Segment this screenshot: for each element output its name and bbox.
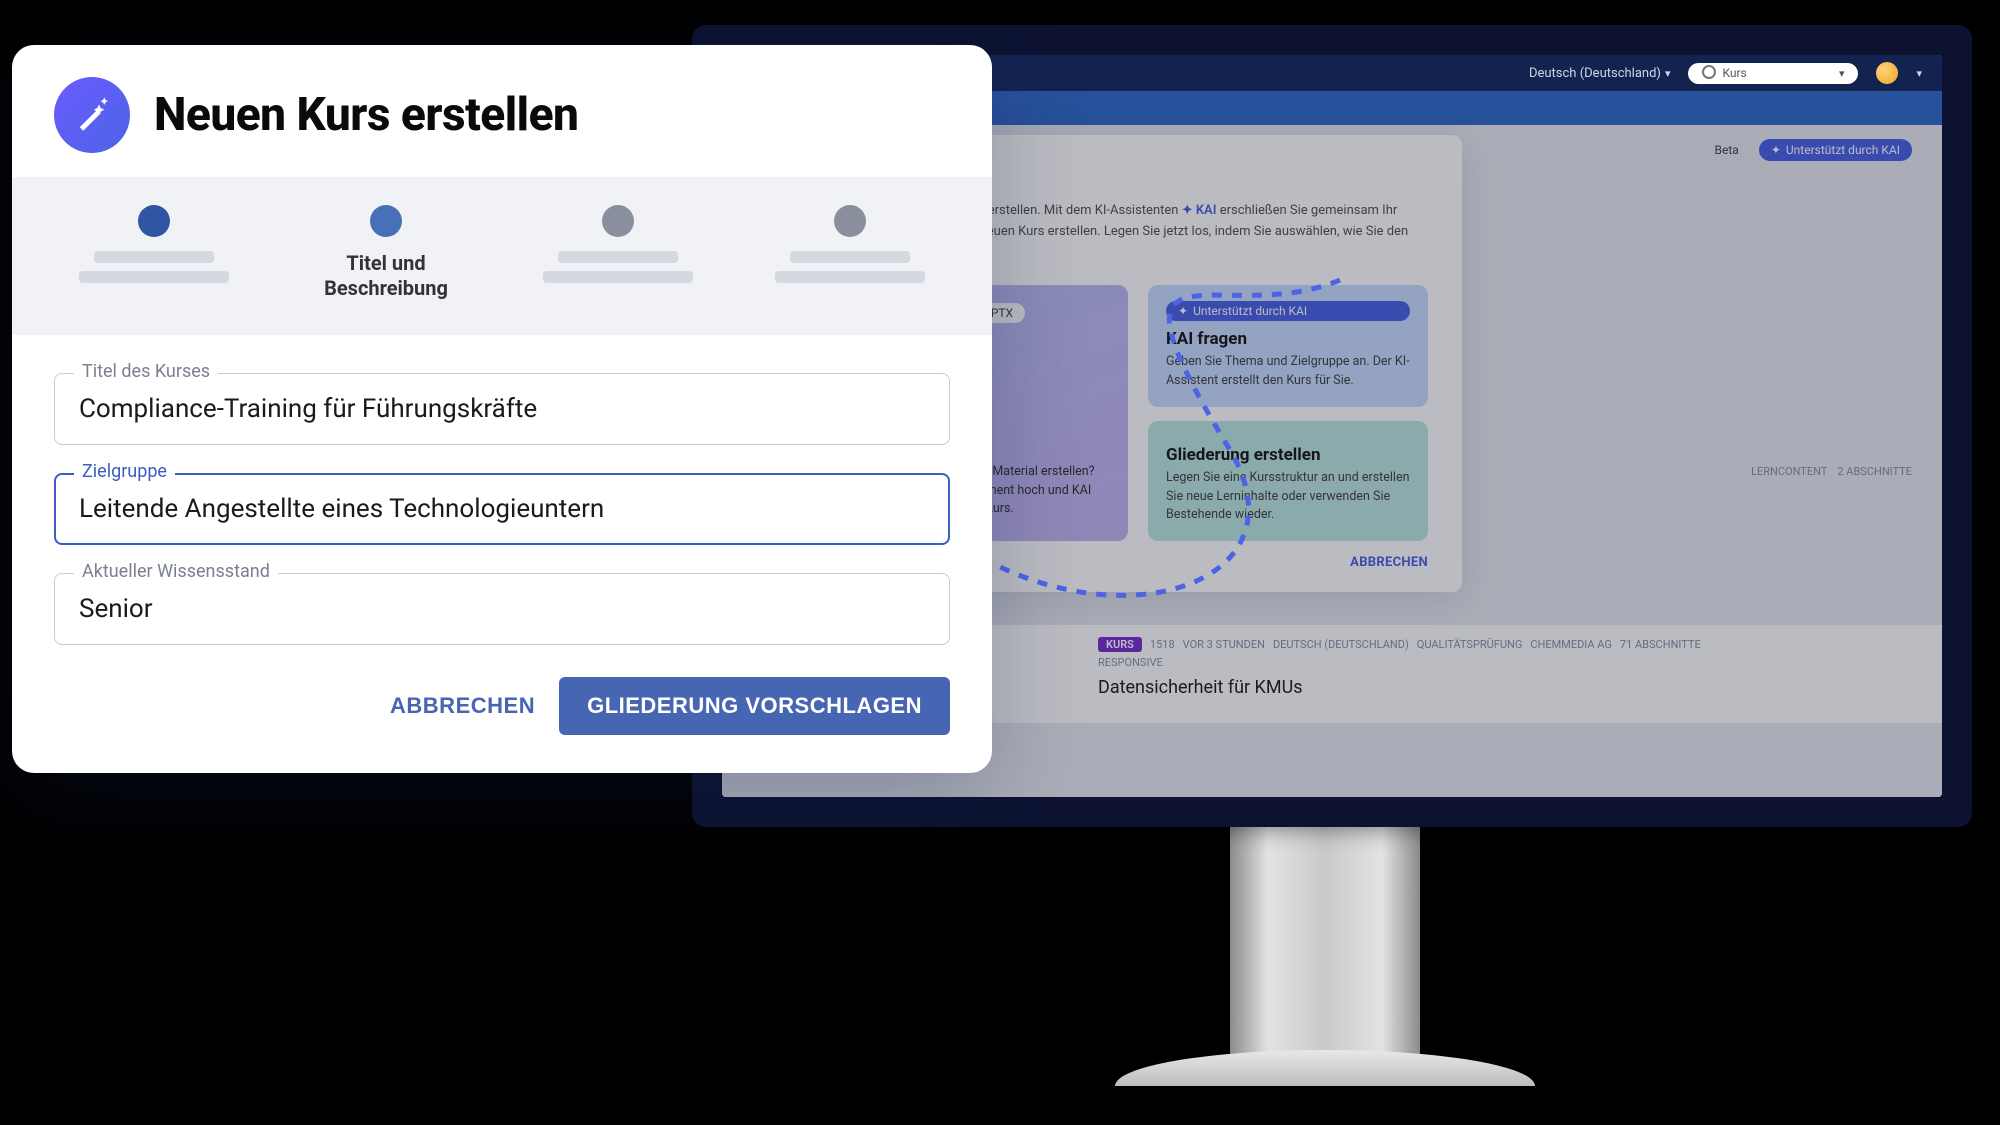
- stepper: Titel und Beschreibung: [12, 177, 992, 335]
- language-selector[interactable]: Deutsch (Deutschland): [1529, 66, 1671, 81]
- field-label: Titel des Kurses: [74, 361, 218, 382]
- card-title: KAI fragen: [1166, 329, 1410, 349]
- language-label: Deutsch (Deutschland): [1529, 66, 1661, 81]
- step-3[interactable]: [518, 205, 718, 301]
- course-title: Datensicherheit für KMUs: [1098, 677, 1912, 698]
- wizard-icon: [54, 77, 130, 153]
- field-label: Aktueller Wissensstand: [74, 561, 278, 582]
- search-icon: [1702, 65, 1716, 82]
- field-target-group: Zielgruppe: [54, 473, 950, 545]
- course-title-input[interactable]: [54, 373, 950, 445]
- modal-header: Neuen Kurs erstellen: [12, 45, 992, 177]
- step-dot: [834, 205, 866, 237]
- step-dot: [370, 205, 402, 237]
- header-chips: Beta ✦ Unterstützt durch KAI: [1705, 139, 1912, 161]
- monitor-stand: [1230, 825, 1420, 1065]
- chevron-down-icon: [1916, 66, 1922, 81]
- course-meta: KURS 1518 VOR 3 STUNDEN DEUTSCH (DEUTSCH…: [1098, 637, 1912, 652]
- card-create-outline[interactable]: Gliederung erstellen Legen Sie eine Kurs…: [1148, 421, 1428, 541]
- global-search[interactable]: Kurs: [1688, 63, 1858, 84]
- suggest-outline-button[interactable]: GLIEDERUNG VORSCHLAGEN: [559, 677, 950, 735]
- step-4[interactable]: [750, 205, 950, 301]
- card-title: Gliederung erstellen: [1166, 445, 1410, 465]
- knowledge-level-input[interactable]: [54, 573, 950, 645]
- step-dot: [602, 205, 634, 237]
- field-course-title: Titel des Kurses: [54, 373, 950, 445]
- form: Titel des Kurses Zielgruppe Aktueller Wi…: [12, 335, 992, 665]
- card-ask-kai[interactable]: ✦ Unterstützt durch KAI KAI fragen Geben…: [1148, 285, 1428, 407]
- modal-actions: ABBRECHEN GLIEDERUNG VORSCHLAGEN: [12, 665, 992, 773]
- cancel-button[interactable]: ABBRECHEN: [390, 693, 535, 719]
- kai-pill: ✦ Unterstützt durch KAI: [1166, 301, 1410, 321]
- target-group-input[interactable]: [54, 473, 950, 545]
- beta-badge: Beta: [1705, 139, 1749, 161]
- step-2-title-description[interactable]: Titel und Beschreibung: [286, 205, 486, 301]
- monitor-base: [1115, 1050, 1535, 1086]
- card-desc: Geben Sie Thema und Zielgruppe an. Der K…: [1166, 353, 1410, 391]
- field-label: Zielgruppe: [74, 461, 175, 482]
- bg-meta-row: LERNCONTENT 2 ABSCHNITTE: [1751, 465, 1912, 478]
- card-desc: Legen Sie eine Kursstruktur an und erste…: [1166, 469, 1410, 525]
- search-placeholder: Kurs: [1722, 66, 1746, 80]
- create-course-modal: Neuen Kurs erstellen Titel und Beschreib…: [12, 45, 992, 773]
- chevron-down-icon: [1665, 66, 1671, 81]
- sparkle-icon: ✦: [1771, 143, 1781, 157]
- field-knowledge-level: Aktueller Wissensstand: [54, 573, 950, 645]
- kai-badge: ✦ Unterstützt durch KAI: [1759, 139, 1912, 161]
- step-1[interactable]: [54, 205, 254, 301]
- step-dot: [138, 205, 170, 237]
- modal-title: Neuen Kurs erstellen: [154, 88, 578, 142]
- sparkle-icon: ✦: [1178, 304, 1188, 318]
- kai-link[interactable]: ✦ KAI: [1182, 203, 1217, 218]
- chevron-down-icon: [1839, 66, 1845, 80]
- avatar[interactable]: [1876, 62, 1898, 84]
